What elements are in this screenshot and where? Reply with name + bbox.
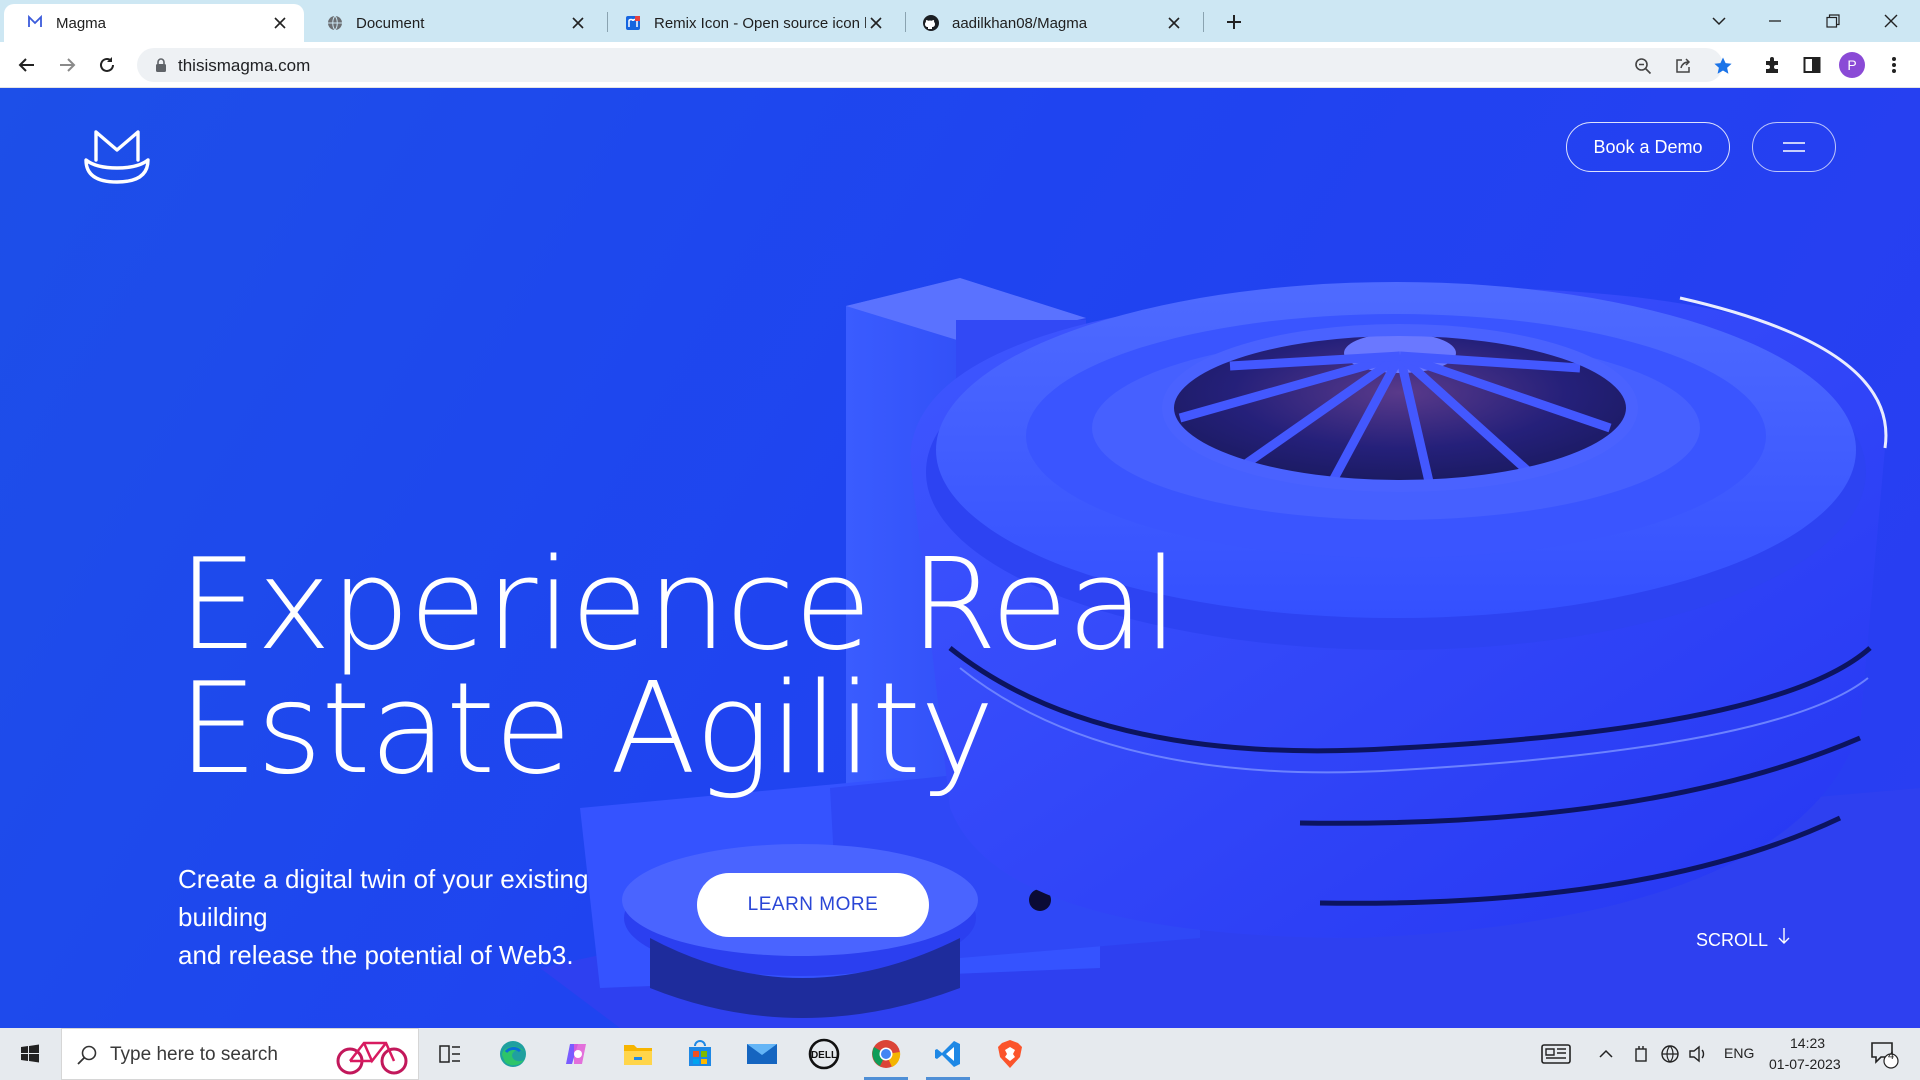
- zoom-icon[interactable]: [1632, 55, 1654, 77]
- close-icon[interactable]: [1164, 13, 1184, 33]
- menu-button[interactable]: [1752, 122, 1836, 172]
- github-icon: [922, 14, 940, 32]
- scroll-indicator[interactable]: SCROLL: [1696, 927, 1790, 951]
- headline-line-2: Estate Agility: [178, 655, 995, 802]
- arrow-down-icon: [1778, 927, 1790, 944]
- news-widget-icon[interactable]: [1538, 1036, 1574, 1072]
- headline-line-1: Experience Real: [178, 531, 1178, 678]
- close-window-button[interactable]: [1878, 8, 1904, 34]
- chevron-up-icon[interactable]: [1594, 1036, 1618, 1072]
- share-icon[interactable]: [1672, 55, 1694, 77]
- notification-icon[interactable]: 4: [1866, 1036, 1902, 1072]
- magma-logo[interactable]: [82, 124, 152, 186]
- url-text[interactable]: thisismagma.com: [178, 56, 310, 76]
- hero-headline: Experience Real Estate Agility: [178, 531, 1178, 802]
- tab-title: aadilkhan08/Magma: [952, 14, 1088, 32]
- close-icon[interactable]: [866, 13, 886, 33]
- network-globe-icon[interactable]: [1658, 1036, 1682, 1072]
- tab-title: Remix Icon - Open source icon lil: [654, 14, 866, 32]
- notification-count: 4: [1887, 1050, 1895, 1062]
- task-view-icon[interactable]: [432, 1036, 468, 1072]
- book-demo-button[interactable]: Book a Demo: [1566, 122, 1730, 172]
- search-placeholder: Type here to search: [110, 1044, 278, 1065]
- tab-strip: Magma Document Remix Icon - Open source …: [0, 0, 1920, 42]
- learn-more-button[interactable]: LEARN MORE: [697, 873, 929, 937]
- taskbar-search[interactable]: Type here to search: [61, 1028, 419, 1080]
- browser-toolbar: thisismagma.com P: [0, 42, 1920, 88]
- tab-title: Magma: [56, 14, 107, 32]
- remix-icon: [624, 14, 642, 32]
- minimize-button[interactable]: [1762, 8, 1788, 34]
- clock-date[interactable]: 01-07-2023: [1769, 1056, 1841, 1072]
- edge-icon[interactable]: [495, 1036, 531, 1072]
- clock-time[interactable]: 14:23: [1790, 1035, 1825, 1051]
- tab-remix-icon[interactable]: Remix Icon - Open source icon lil: [602, 4, 900, 42]
- address-bar[interactable]: thisismagma.com: [137, 48, 1732, 82]
- back-button[interactable]: [15, 53, 39, 77]
- windows-taskbar: Type here to search DELL ENG 14:23 01-07…: [0, 1028, 1920, 1080]
- chrome-icon[interactable]: [868, 1036, 904, 1072]
- tab-divider: [1203, 12, 1204, 32]
- new-tab-button[interactable]: [1222, 10, 1246, 34]
- tab-github-magma[interactable]: aadilkhan08/Magma: [900, 4, 1198, 42]
- subtitle-line-1: Create a digital twin of your existing b…: [178, 864, 589, 932]
- subtitle-line-2: and release the potential of Web3.: [178, 940, 574, 970]
- tab-title: Document: [356, 14, 425, 32]
- tab-magma[interactable]: Magma: [4, 4, 304, 42]
- side-panel-icon[interactable]: [1800, 53, 1824, 77]
- profile-avatar[interactable]: P: [1839, 52, 1865, 78]
- copilot-icon[interactable]: [558, 1036, 594, 1072]
- dell-icon[interactable]: DELL: [806, 1036, 842, 1072]
- volume-icon[interactable]: [1686, 1036, 1710, 1072]
- brave-icon[interactable]: [992, 1036, 1028, 1072]
- search-icon: [77, 1045, 97, 1065]
- globe-icon: [326, 14, 344, 32]
- forward-button[interactable]: [55, 53, 79, 77]
- close-icon[interactable]: [568, 13, 588, 33]
- language-indicator[interactable]: ENG: [1724, 1045, 1754, 1061]
- device-icon[interactable]: [1630, 1036, 1652, 1072]
- bicycle-icon: [336, 1041, 408, 1075]
- hero-section: Book a Demo Experience Real Estate Agili…: [0, 88, 1920, 1028]
- bookmark-star-icon[interactable]: [1712, 55, 1734, 77]
- tab-document[interactable]: Document: [304, 4, 602, 42]
- mail-icon[interactable]: [744, 1036, 780, 1072]
- hero-subtitle: Create a digital twin of your existing b…: [178, 860, 678, 974]
- svg-text:DELL: DELL: [811, 1050, 837, 1061]
- extensions-puzzle-icon[interactable]: [1761, 53, 1785, 77]
- reload-button[interactable]: [95, 53, 119, 77]
- windows-start-icon[interactable]: [12, 1036, 48, 1072]
- store-icon[interactable]: [682, 1036, 718, 1072]
- file-explorer-icon[interactable]: [620, 1036, 656, 1072]
- magma-logo-icon: [26, 14, 44, 32]
- scroll-label: SCROLL: [1696, 930, 1769, 950]
- tab-search-chevron-icon[interactable]: [1706, 8, 1732, 34]
- kebab-menu-icon[interactable]: [1882, 53, 1906, 77]
- lock-icon[interactable]: [153, 57, 169, 73]
- close-icon[interactable]: [270, 13, 290, 33]
- vscode-icon[interactable]: [930, 1036, 966, 1072]
- restore-button[interactable]: [1820, 8, 1846, 34]
- hamburger-icon: [1783, 142, 1805, 152]
